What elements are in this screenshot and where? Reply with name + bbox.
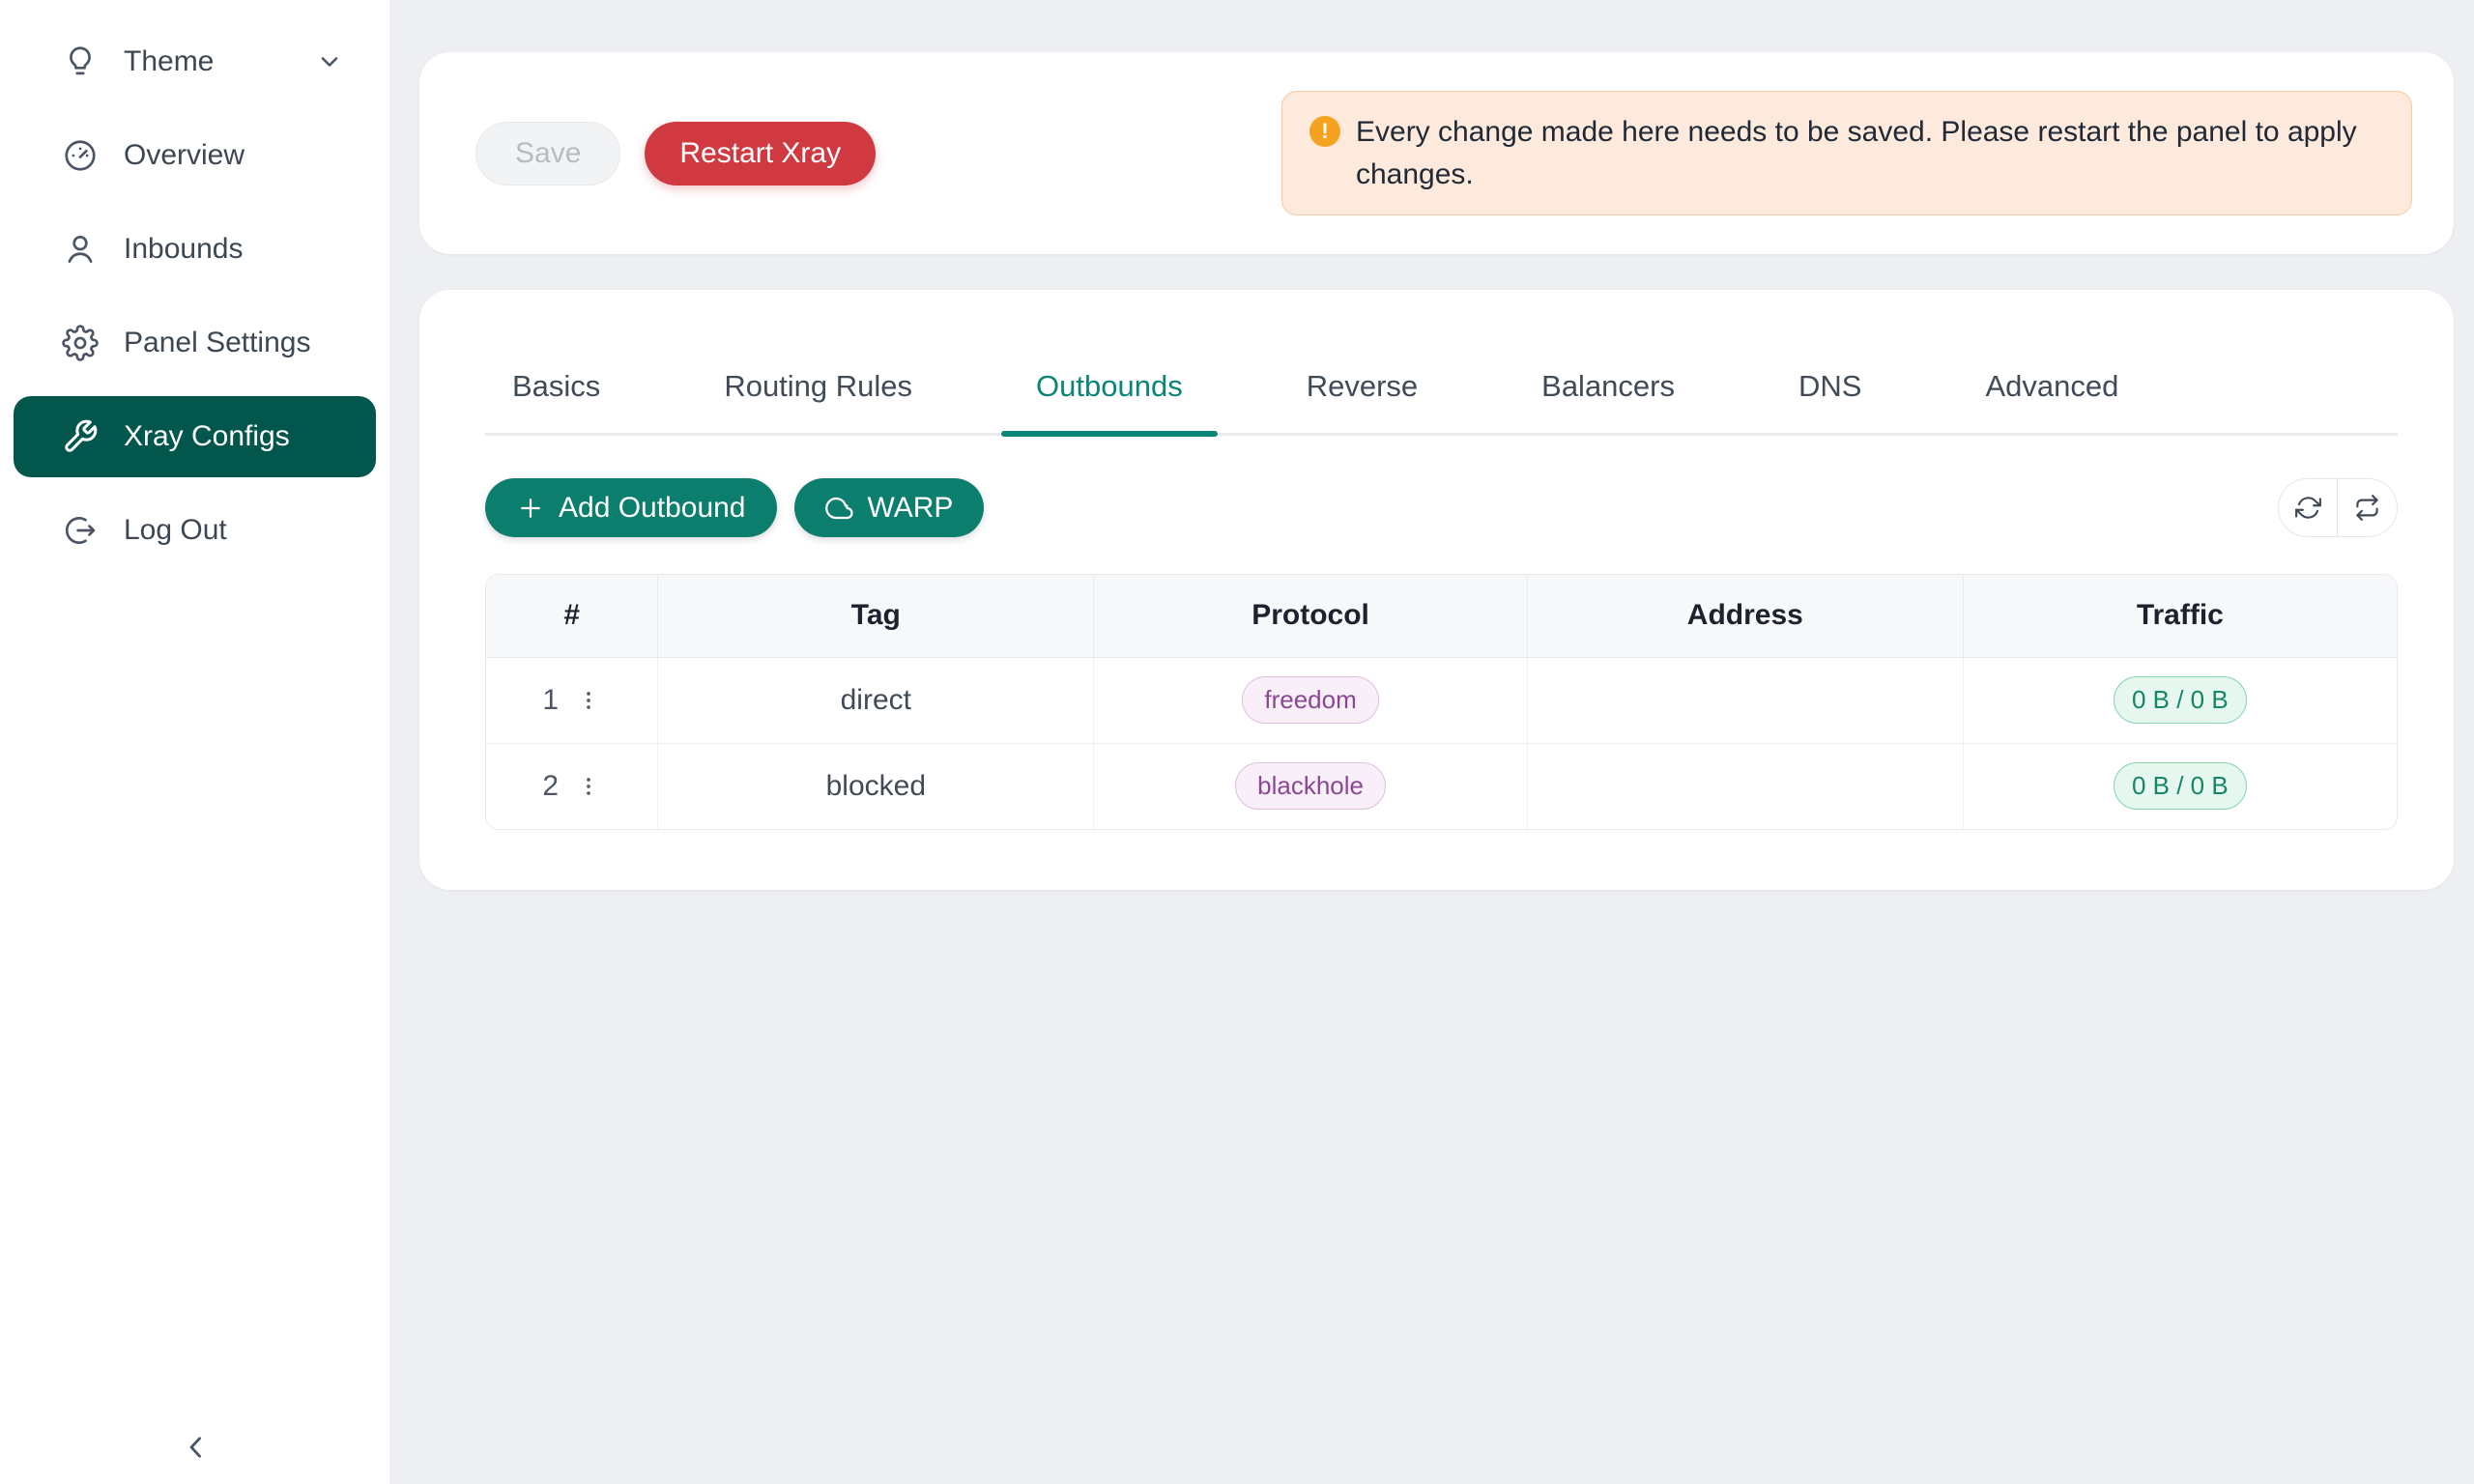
sidebar-item-label: Panel Settings [124, 327, 310, 359]
column-header-address: Address [1527, 575, 1963, 657]
table-header-row: # Tag Protocol Address Traffic [486, 575, 2397, 657]
tab-reverse[interactable]: Reverse [1307, 369, 1418, 433]
chevron-left-icon [180, 1431, 213, 1464]
row-menu-kebab-icon[interactable] [576, 688, 601, 713]
warp-label: WARP [868, 492, 954, 525]
row-tag: direct [658, 657, 1094, 743]
sidebar-item-panel-settings[interactable]: Panel Settings [14, 302, 376, 384]
save-button[interactable]: Save [475, 122, 620, 186]
gear-icon [62, 325, 99, 361]
restart-xray-button[interactable]: Restart Xray [645, 122, 876, 186]
user-icon [62, 231, 99, 268]
warning-alert: ! Every change made here needs to be sav… [1281, 91, 2412, 215]
sidebar: Theme Overview Inbounds [0, 0, 389, 1484]
sidebar-item-label: Overview [124, 139, 245, 172]
chevron-down-icon [316, 48, 343, 75]
row-menu-kebab-icon[interactable] [576, 774, 601, 799]
protocol-badge: freedom [1242, 676, 1378, 724]
toolbar-card: Save Restart Xray ! Every change made he… [419, 52, 2454, 254]
refresh-button[interactable] [2279, 479, 2338, 536]
logout-icon [62, 512, 99, 549]
reload-mode-button[interactable] [2338, 479, 2397, 536]
warning-alert-text: Every change made here needs to be saved… [1356, 111, 2384, 195]
column-header-traffic: Traffic [1963, 575, 2397, 657]
sidebar-collapse-button[interactable] [177, 1428, 216, 1467]
sidebar-item-label: Log Out [124, 514, 227, 547]
config-tabs: Basics Routing Rules Outbounds Reverse B… [485, 369, 2398, 436]
outbounds-table: # Tag Protocol Address Traffic 1 [485, 574, 2398, 830]
tab-outbounds[interactable]: Outbounds [1036, 369, 1183, 433]
dashboard-icon [62, 137, 99, 174]
table-row: 1 direct freedom 0 B / 0 B [486, 657, 2397, 743]
tab-basics[interactable]: Basics [512, 369, 600, 433]
protocol-badge: blackhole [1235, 762, 1386, 810]
row-index: 1 [542, 684, 559, 717]
row-tag: blocked [658, 743, 1094, 829]
tab-balancers[interactable]: Balancers [1541, 369, 1675, 433]
column-header-tag: Tag [658, 575, 1094, 657]
sidebar-item-label: Theme [124, 45, 214, 78]
wrench-icon [62, 418, 99, 455]
warp-button[interactable]: WARP [794, 478, 985, 537]
sidebar-item-theme[interactable]: Theme [14, 21, 376, 102]
sidebar-item-overview[interactable]: Overview [14, 115, 376, 196]
tab-dns[interactable]: DNS [1798, 369, 1861, 433]
sidebar-item-inbounds[interactable]: Inbounds [14, 209, 376, 290]
sidebar-item-label: Xray Configs [124, 420, 290, 453]
sidebar-item-xray-configs[interactable]: Xray Configs [14, 396, 376, 477]
plus-icon [516, 494, 545, 523]
add-outbound-label: Add Outbound [559, 492, 746, 525]
column-header-protocol: Protocol [1094, 575, 1528, 657]
xray-configs-card: Basics Routing Rules Outbounds Reverse B… [419, 290, 2454, 890]
tab-advanced[interactable]: Advanced [1985, 369, 2118, 433]
lightbulb-icon [62, 43, 99, 80]
sidebar-item-label: Inbounds [124, 233, 243, 266]
column-header-index: # [486, 575, 658, 657]
traffic-badge: 0 B / 0 B [2114, 762, 2247, 810]
table-row: 2 blocked blackhole 0 B / 0 B [486, 743, 2397, 829]
cloud-icon [825, 494, 854, 523]
repeat-icon [2354, 495, 2380, 521]
warning-icon: ! [1309, 116, 1340, 147]
outbounds-actions: Add Outbound WARP [485, 478, 2398, 537]
add-outbound-button[interactable]: Add Outbound [485, 478, 777, 537]
refresh-icon [2295, 495, 2321, 521]
row-address [1527, 657, 1963, 743]
sidebar-item-log-out[interactable]: Log Out [14, 490, 376, 571]
main-content: Save Restart Xray ! Every change made he… [389, 0, 2474, 1484]
row-address [1527, 743, 1963, 829]
tab-routing-rules[interactable]: Routing Rules [724, 369, 912, 433]
traffic-badge: 0 B / 0 B [2114, 676, 2247, 724]
row-index: 2 [542, 770, 559, 803]
table-tools-group [2278, 478, 2398, 537]
